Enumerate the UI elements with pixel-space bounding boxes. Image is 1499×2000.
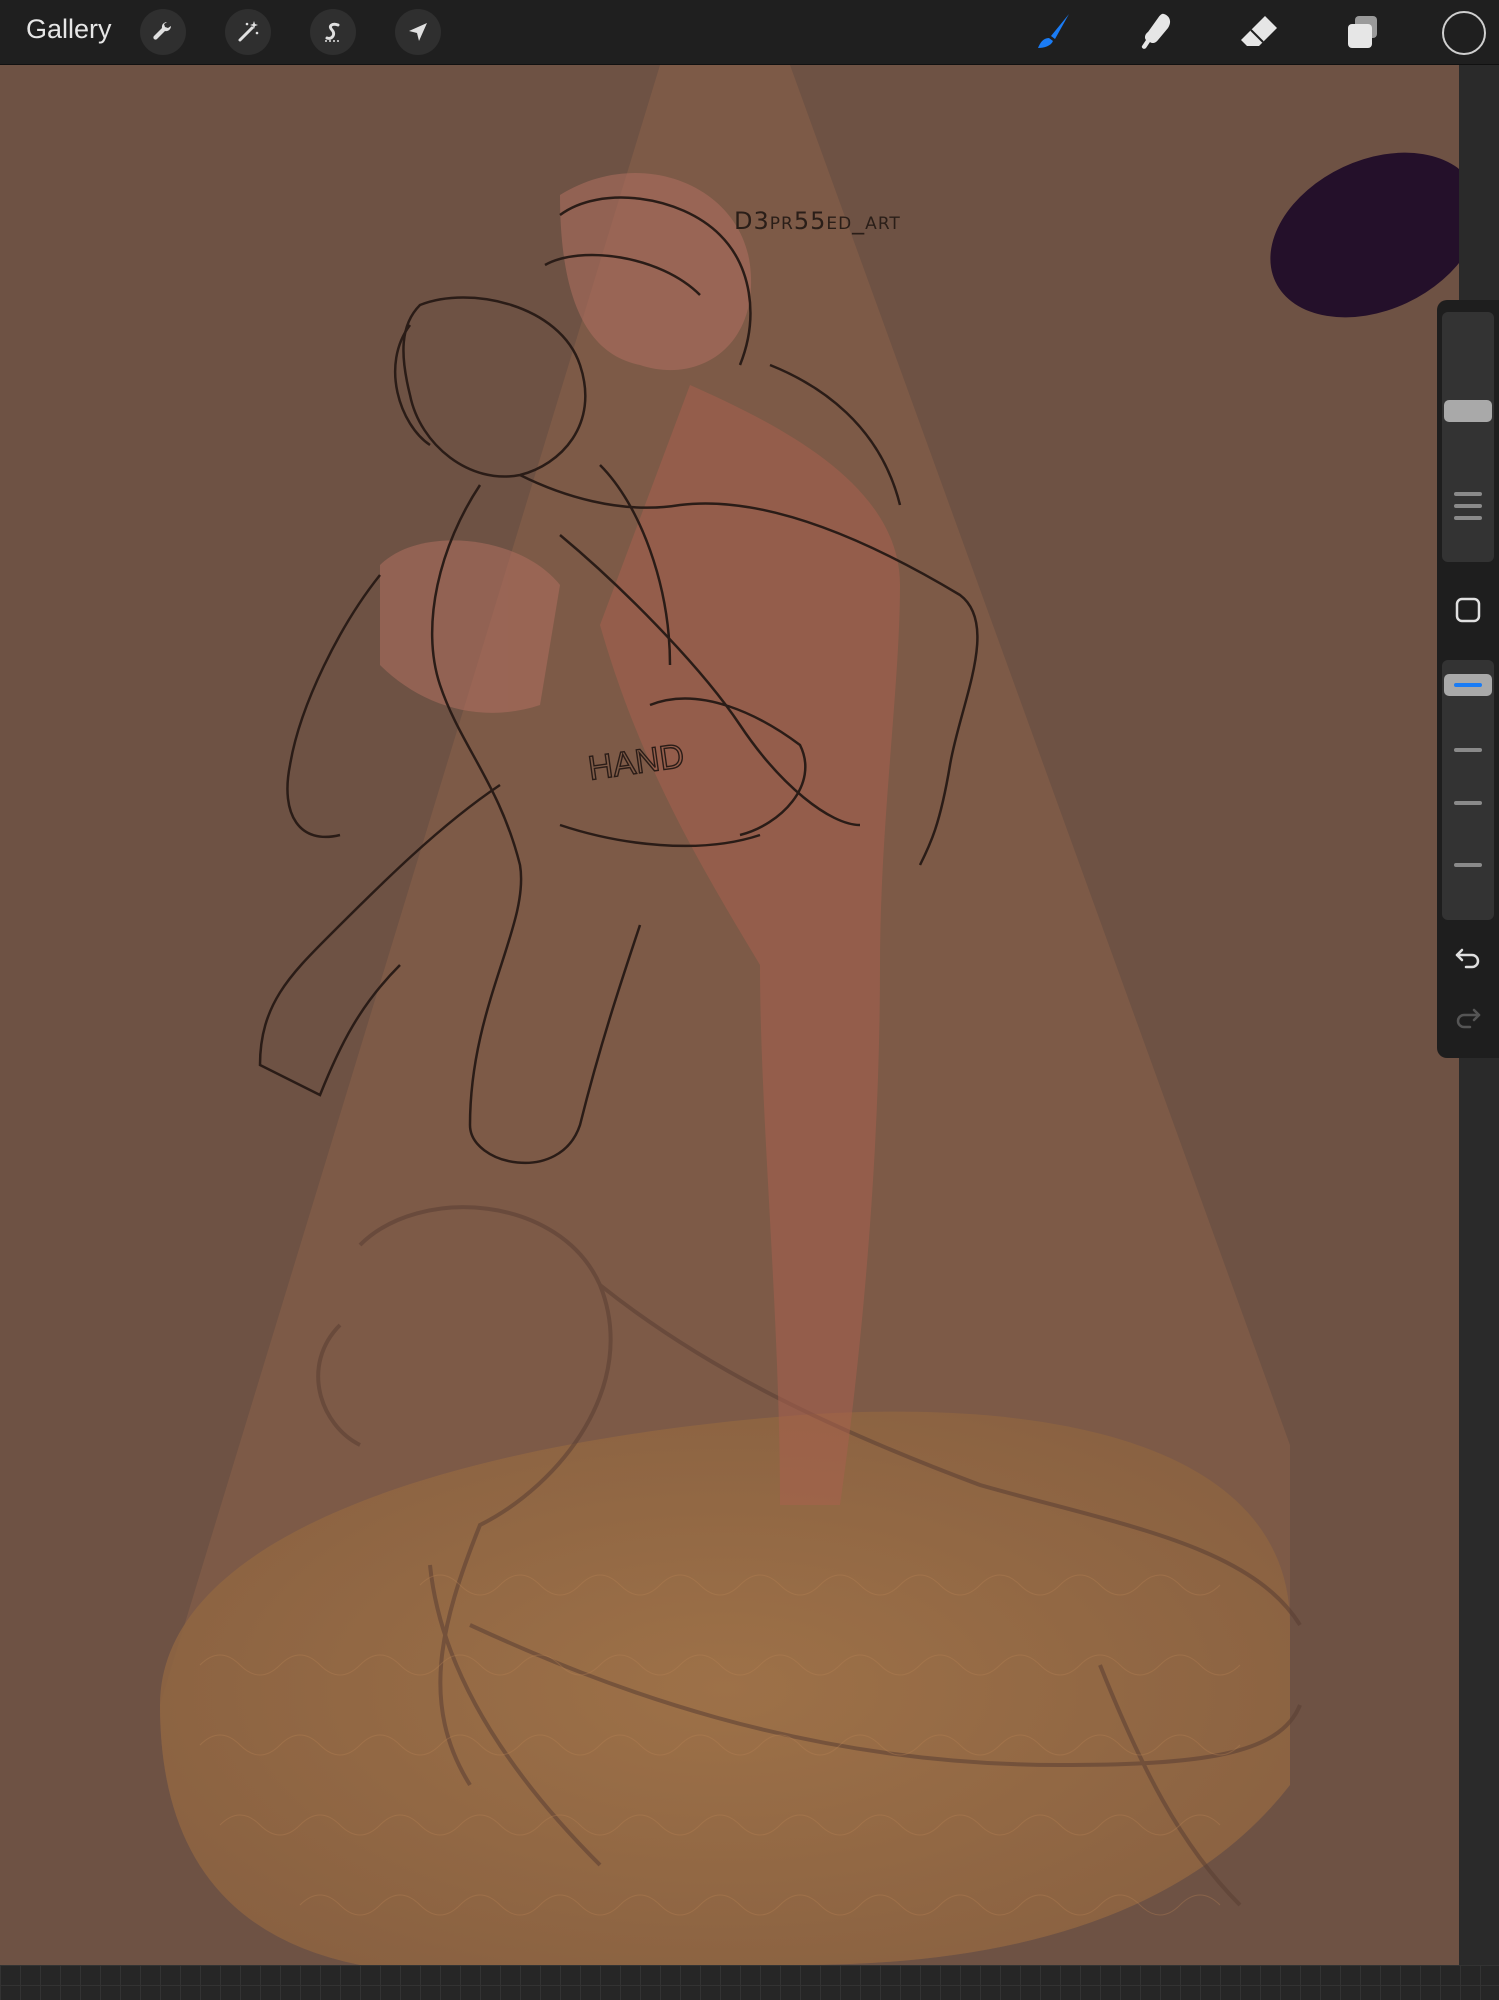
grip-line — [1454, 504, 1482, 508]
grip-line — [1454, 516, 1482, 520]
smudge-icon — [1141, 13, 1171, 49]
eraser-icon — [1241, 16, 1277, 46]
undo-icon — [1455, 948, 1480, 969]
modify-button[interactable] — [1454, 596, 1482, 624]
undo-button[interactable] — [1454, 944, 1482, 972]
layers-button[interactable] — [1340, 10, 1384, 54]
opacity-slider[interactable] — [1442, 660, 1494, 920]
arrow-cursor-icon — [409, 23, 427, 41]
artwork: HAND — [160, 65, 1459, 1965]
grip-line — [1454, 863, 1482, 867]
drawing-canvas[interactable]: HAND D3pr55ed_art — [0, 65, 1459, 1965]
selection-button[interactable] — [310, 9, 356, 55]
opacity-indicator — [1454, 683, 1482, 687]
selection-s-icon — [325, 22, 341, 42]
actions-button[interactable] — [140, 9, 186, 55]
grip-line — [1454, 492, 1482, 496]
grip-line — [1454, 801, 1482, 805]
brush-tool-button[interactable] — [1031, 10, 1075, 54]
watermark-text: D3pr55ed_art — [734, 207, 901, 235]
magic-wand-icon — [238, 21, 259, 42]
redo-button[interactable] — [1454, 1004, 1482, 1032]
brush-icon — [1038, 14, 1069, 48]
wrench-icon — [153, 21, 172, 40]
brush-size-thumb[interactable] — [1444, 400, 1492, 422]
brush-size-slider[interactable] — [1442, 312, 1494, 562]
eraser-tool-button[interactable] — [1237, 10, 1281, 54]
redo-icon — [1456, 1008, 1481, 1029]
gallery-button[interactable]: Gallery — [26, 14, 112, 45]
color-picker-button[interactable] — [1442, 11, 1486, 55]
adjustments-button[interactable] — [225, 9, 271, 55]
grip-line — [1454, 748, 1482, 752]
canvas-bottom-margin — [0, 1965, 1499, 2000]
opacity-thumb[interactable] — [1444, 674, 1492, 696]
square-icon — [1455, 597, 1481, 623]
sidebar — [1437, 300, 1499, 1058]
layers-icon — [1348, 16, 1377, 48]
transform-button[interactable] — [395, 9, 441, 55]
top-toolbar: Gallery — [0, 0, 1499, 65]
smudge-tool-button[interactable] — [1134, 10, 1178, 54]
paint-blob — [1270, 152, 1459, 318]
